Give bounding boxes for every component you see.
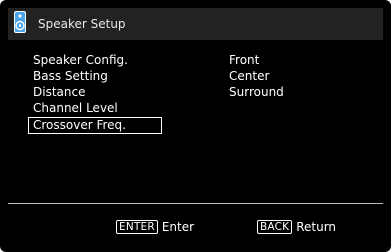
- enter-hint-label: Enter: [161, 220, 195, 234]
- enter-hint: ENTER Enter: [116, 220, 194, 234]
- menu-item-speaker-config[interactable]: Speaker Config.: [31, 53, 162, 69]
- back-hint-label: Return: [296, 220, 337, 234]
- submenu-item-front[interactable]: Front: [229, 53, 284, 69]
- speaker-setup-screen: Speaker Setup Speaker Config. Bass Setti…: [0, 0, 391, 252]
- submenu-item-center[interactable]: Center: [229, 69, 284, 85]
- submenu-list: Front Center Surround: [229, 53, 284, 101]
- page-title: Speaker Setup: [38, 17, 126, 31]
- menu-item-distance[interactable]: Distance: [31, 85, 162, 101]
- header-bar: Speaker Setup: [8, 8, 383, 40]
- speaker-setup-menu: Speaker Config. Bass Setting Distance Ch…: [28, 53, 162, 134]
- enter-key-badge: ENTER: [116, 220, 158, 234]
- menu-item-bass-setting[interactable]: Bass Setting: [31, 69, 162, 85]
- submenu-item-surround[interactable]: Surround: [229, 85, 284, 101]
- menu-item-channel-level[interactable]: Channel Level: [31, 101, 162, 117]
- menu-item-crossover-freq[interactable]: Crossover Freq.: [28, 117, 162, 134]
- back-hint: BACK Return: [257, 220, 336, 234]
- footer-divider: [8, 203, 383, 204]
- back-key-badge: BACK: [257, 220, 293, 234]
- speaker-icon: [14, 11, 26, 33]
